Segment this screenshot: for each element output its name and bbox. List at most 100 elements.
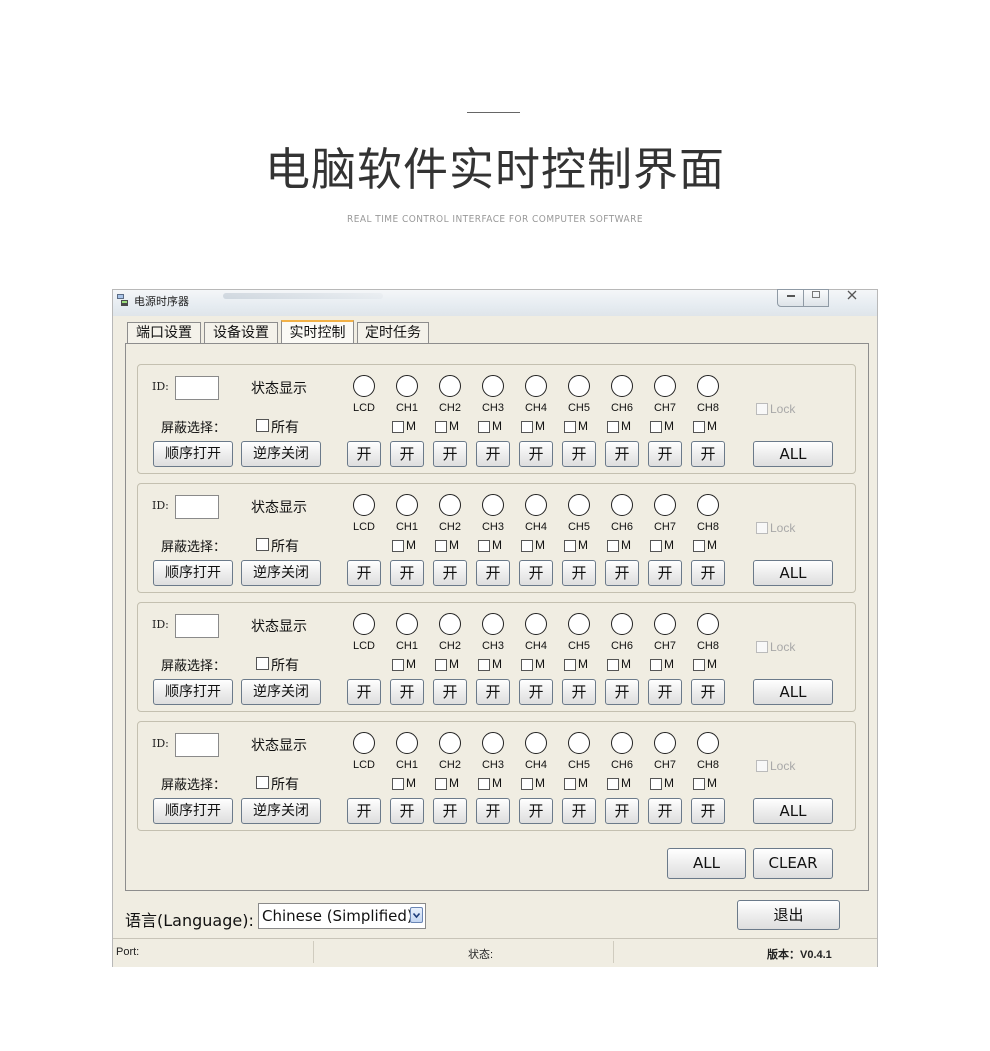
channel-mask-checkbox[interactable] [392, 421, 404, 433]
channel-on-button[interactable]: 开 [433, 798, 467, 824]
close-icon[interactable] [829, 289, 875, 307]
channel-mask-checkbox[interactable] [607, 421, 619, 433]
group-all-button[interactable]: ALL [753, 560, 833, 586]
reverse-off-button[interactable]: 逆序关闭 [241, 679, 321, 705]
channel-mask-checkbox[interactable] [521, 778, 533, 790]
lock-checkbox[interactable] [756, 522, 768, 534]
channel-mask-checkbox[interactable] [693, 778, 705, 790]
tab-device-settings[interactable]: 设备设置 [204, 322, 278, 344]
minimize-icon[interactable] [777, 289, 804, 307]
channel-on-button[interactable]: 开 [476, 798, 510, 824]
id-input[interactable] [175, 733, 219, 757]
mask-all-checkbox[interactable] [256, 419, 269, 432]
channel-mask-checkbox[interactable] [564, 421, 576, 433]
channel-on-button[interactable]: 开 [648, 679, 682, 705]
channel-mask-checkbox[interactable] [693, 421, 705, 433]
exit-button[interactable]: 退出 [737, 900, 840, 930]
channel-mask-checkbox[interactable] [392, 540, 404, 552]
channel-on-button[interactable]: 开 [519, 560, 553, 586]
channel-mask-checkbox[interactable] [607, 540, 619, 552]
channel-on-button[interactable]: 开 [605, 798, 639, 824]
channel-on-button[interactable]: 开 [605, 441, 639, 467]
channel-mask-checkbox[interactable] [564, 659, 576, 671]
channel-mask-checkbox[interactable] [435, 540, 447, 552]
mask-all-checkbox[interactable] [256, 657, 269, 670]
channel-on-button[interactable]: 开 [476, 560, 510, 586]
channel-on-button[interactable]: 开 [433, 560, 467, 586]
channel-on-button[interactable]: 开 [519, 441, 553, 467]
channel-on-button[interactable]: 开 [605, 679, 639, 705]
channel-mask-checkbox[interactable] [650, 421, 662, 433]
channel-on-button[interactable]: 开 [476, 679, 510, 705]
channel-on-button[interactable]: 开 [691, 441, 725, 467]
sequential-on-button[interactable]: 顺序打开 [153, 679, 233, 705]
channel-on-button[interactable]: 开 [691, 798, 725, 824]
reverse-off-button[interactable]: 逆序关闭 [241, 560, 321, 586]
channel-on-button[interactable]: 开 [390, 679, 424, 705]
group-all-button[interactable]: ALL [753, 679, 833, 705]
channel-on-button[interactable]: 开 [648, 798, 682, 824]
id-input[interactable] [175, 376, 219, 400]
channel-mask-checkbox[interactable] [521, 540, 533, 552]
tab-timer-tasks[interactable]: 定时任务 [357, 322, 429, 344]
channel-mask-checkbox[interactable] [693, 659, 705, 671]
maximize-icon[interactable] [803, 289, 829, 307]
chevron-down-icon[interactable] [410, 907, 423, 923]
channel-on-button[interactable]: 开 [648, 560, 682, 586]
channel-mask-checkbox[interactable] [693, 540, 705, 552]
channel-on-button[interactable]: 开 [605, 560, 639, 586]
channel-mask-checkbox[interactable] [392, 778, 404, 790]
channel-mask-checkbox[interactable] [478, 659, 490, 671]
channel-mask-checkbox[interactable] [435, 778, 447, 790]
channel-on-button[interactable]: 开 [691, 560, 725, 586]
channel-on-button[interactable]: 开 [347, 441, 381, 467]
channel-mask-checkbox[interactable] [392, 659, 404, 671]
channel-mask-checkbox[interactable] [650, 659, 662, 671]
channel-mask-checkbox[interactable] [607, 659, 619, 671]
mask-all-checkbox[interactable] [256, 776, 269, 789]
tab-realtime-control[interactable]: 实时控制 [281, 320, 354, 344]
channel-mask-checkbox[interactable] [607, 778, 619, 790]
channel-mask-checkbox[interactable] [564, 778, 576, 790]
channel-on-button[interactable]: 开 [691, 679, 725, 705]
lock-checkbox[interactable] [756, 641, 768, 653]
tab-port-settings[interactable]: 端口设置 [127, 322, 201, 344]
channel-on-button[interactable]: 开 [347, 798, 381, 824]
channel-mask-checkbox[interactable] [435, 421, 447, 433]
channel-mask-checkbox[interactable] [478, 421, 490, 433]
channel-on-button[interactable]: 开 [347, 560, 381, 586]
channel-on-button[interactable]: 开 [562, 441, 596, 467]
channel-on-button[interactable]: 开 [433, 441, 467, 467]
mask-all-checkbox[interactable] [256, 538, 269, 551]
channel-on-button[interactable]: 开 [562, 798, 596, 824]
group-all-button[interactable]: ALL [753, 441, 833, 467]
id-input[interactable] [175, 614, 219, 638]
channel-mask-checkbox[interactable] [521, 421, 533, 433]
sequential-on-button[interactable]: 顺序打开 [153, 441, 233, 467]
channel-mask-checkbox[interactable] [650, 540, 662, 552]
clear-button[interactable]: CLEAR [753, 848, 833, 879]
channel-mask-checkbox[interactable] [435, 659, 447, 671]
id-input[interactable] [175, 495, 219, 519]
channel-on-button[interactable]: 开 [390, 560, 424, 586]
channel-mask-checkbox[interactable] [478, 778, 490, 790]
sequential-on-button[interactable]: 顺序打开 [153, 798, 233, 824]
reverse-off-button[interactable]: 逆序关闭 [241, 798, 321, 824]
channel-on-button[interactable]: 开 [347, 679, 381, 705]
channel-on-button[interactable]: 开 [390, 798, 424, 824]
channel-on-button[interactable]: 开 [519, 679, 553, 705]
channel-on-button[interactable]: 开 [390, 441, 424, 467]
sequential-on-button[interactable]: 顺序打开 [153, 560, 233, 586]
reverse-off-button[interactable]: 逆序关闭 [241, 441, 321, 467]
channel-on-button[interactable]: 开 [476, 441, 510, 467]
channel-mask-checkbox[interactable] [564, 540, 576, 552]
channel-on-button[interactable]: 开 [519, 798, 553, 824]
channel-on-button[interactable]: 开 [562, 560, 596, 586]
language-select[interactable]: Chinese (Simplified) [258, 903, 426, 929]
channel-on-button[interactable]: 开 [648, 441, 682, 467]
lock-checkbox[interactable] [756, 760, 768, 772]
channel-mask-checkbox[interactable] [521, 659, 533, 671]
channel-mask-checkbox[interactable] [650, 778, 662, 790]
channel-on-button[interactable]: 开 [433, 679, 467, 705]
channel-mask-checkbox[interactable] [478, 540, 490, 552]
